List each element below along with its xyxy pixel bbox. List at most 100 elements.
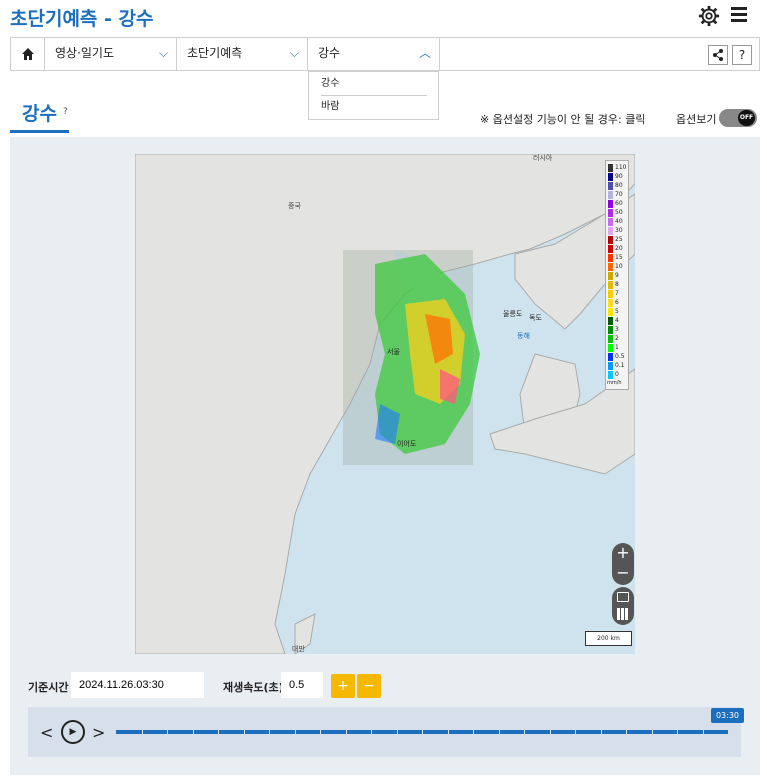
dropdown-item-precip[interactable]: 강수 [309,72,438,95]
nav-menu-imagery-label: 영상·일기도 [55,46,115,60]
legend-value: 70 [615,191,623,198]
legend-value: 60 [615,200,623,207]
dropdown-divider [321,95,427,96]
legend-value: 20 [615,245,623,252]
timeline-tick [167,730,168,734]
legend-unit: mm/h [607,380,622,386]
timeline-tick [702,730,704,734]
share-button[interactable] [708,45,728,65]
label-east-sea: 동해 [517,331,530,340]
speed-decrease-button[interactable]: − [357,674,381,698]
label-russia: 러시아 [533,154,553,162]
option-view-label: 옵션보기 [676,113,717,126]
play-button[interactable]: ▶ [61,720,85,744]
legend-swatch [608,191,613,199]
legend-swatch [608,290,613,298]
legend-swatch [608,236,613,244]
zoom-in-button[interactable]: + [612,543,634,563]
legend-swatch [608,173,613,181]
legend-swatch [608,209,613,217]
page-title: 초단기예측 - 강수 [10,8,154,30]
speed-input[interactable] [281,672,323,698]
legend-item: 90 [607,172,629,181]
legend-value: 2 [615,335,619,342]
gear-icon[interactable] [698,5,720,27]
chevron-down-icon: ⌵ [158,46,168,60]
timeline-tick [524,730,525,734]
legend-value: 25 [615,236,623,243]
nav-menu-imagery[interactable]: 영상·일기도 ⌵ [45,38,177,70]
precip-legend: 110 90 80 70 60 50 40 30 25 20 15 10 9 8 7 6 5 4 3 2 1 0.5 0.1… [605,160,629,390]
nav-menu-precip-label: 강수 [318,46,341,60]
legend-swatch [608,299,613,307]
legend-swatch [608,227,613,235]
map-scale-bar: 200 km [585,631,632,646]
legend-item: 30 [607,226,629,235]
timeline-tick [218,730,219,734]
legend-value: 90 [615,173,623,180]
legend-value: 3 [615,326,619,333]
section-title: 강수 [22,103,57,125]
page-header: 초단기예측 - 강수 [0,0,767,34]
legend-item: 1 [607,343,629,352]
menu-icon[interactable] [731,7,747,23]
label-seoul: 서울 [387,347,400,356]
chevron-down-icon: ⌵ [289,46,299,60]
precip-dropdown: 강수 바람 [308,71,439,120]
legend-value: 0 [615,371,619,378]
speed-label: 재생속도(초) [223,681,284,694]
legend-value: 6 [615,299,619,306]
next-frame-button[interactable]: > [92,723,105,742]
legend-swatch [608,335,613,343]
home-icon [21,48,34,60]
label-taiwan: 대만 [292,644,305,653]
legend-value: 50 [615,209,623,216]
help-button[interactable]: ? [732,45,752,65]
timeline-tick [269,730,270,734]
layers-icon[interactable] [617,608,629,620]
label-ulleungdo: 울릉도 [503,310,523,318]
legend-swatch [608,218,613,226]
legend-swatch [608,344,613,352]
radar-map[interactable]: 러시아 중국 울릉도 독도 동해 서울 이어도 대만 [135,154,635,654]
dropdown-item-wind[interactable]: 바람 [309,95,438,118]
legend-item: 9 [607,271,629,280]
legend-item: 3 [607,325,629,334]
timeline-tick [447,730,449,734]
legend-item: 80 [607,181,629,190]
timeline-tick [243,730,245,734]
timeline-tick [626,730,627,734]
legend-item: 6 [607,298,629,307]
option-toggle[interactable]: OFF [719,109,757,127]
zoom-out-button[interactable]: − [612,563,634,583]
timeline-tick [141,730,143,734]
timeline-track[interactable] [116,730,728,734]
speed-increase-button[interactable]: + [331,674,355,698]
legend-swatch [608,326,613,334]
legend-item: 40 [607,217,629,226]
base-time-input[interactable] [71,672,204,698]
prev-frame-button[interactable]: < [40,723,53,742]
current-time-badge: 03:30 [711,708,744,723]
legend-value: 30 [615,227,623,234]
nav-menu-precip[interactable]: 강수 ︿ [308,38,440,70]
nav-menu-nowcast-label: 초단기예측 [187,46,243,60]
timeline-tick [192,730,194,734]
timeline-tick [396,730,398,734]
legend-item: 2 [607,334,629,343]
legend-item: 20 [607,244,629,253]
legend-item: 25 [607,235,629,244]
nav-menu-nowcast[interactable]: 초단기예측 ⌵ [177,38,308,70]
legend-item: 0.5 [607,352,629,361]
zoom-control: + − [612,543,634,585]
home-button[interactable] [11,38,45,70]
timeline-tick [473,730,474,734]
legend-swatch [608,182,613,190]
option-notice-link[interactable]: ※ 옵션설정 기능이 안 될 경우: 클릭 [480,111,645,127]
ruler-icon[interactable] [617,592,629,602]
timeline-tick [294,730,296,734]
legend-swatch [608,263,613,271]
legend-value: 8 [615,281,619,288]
section-help-button[interactable]: ? [63,107,68,117]
legend-item: 7 [607,289,629,298]
